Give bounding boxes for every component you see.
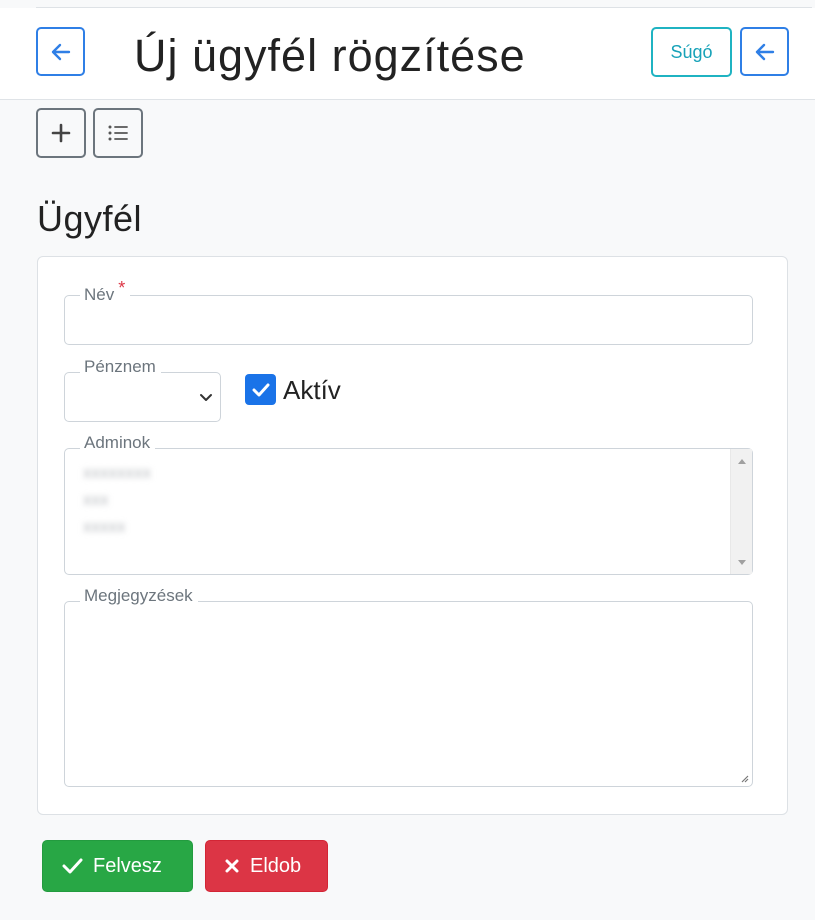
save-button[interactable]: Felvesz: [42, 840, 193, 892]
notes-label: Megjegyzések: [80, 586, 198, 606]
help-button[interactable]: Súgó: [651, 27, 732, 77]
admins-options: xxxxxxxx xxx xxxxx: [65, 449, 731, 574]
scroll-down-arrow-icon[interactable]: [738, 560, 746, 565]
currency-label: Pénznem: [80, 357, 161, 377]
scroll-up-arrow-icon[interactable]: [738, 459, 746, 464]
check-icon: [252, 383, 269, 396]
arrow-left-icon: [755, 43, 774, 60]
admins-scrollbar[interactable]: [730, 449, 752, 574]
page-title: Új ügyfél rögzítése: [134, 30, 526, 81]
name-label: Név *: [80, 278, 131, 305]
close-icon: [225, 859, 239, 873]
discard-button[interactable]: Eldob: [205, 840, 328, 892]
resize-grip-icon[interactable]: [739, 773, 749, 783]
save-button-label: Felvesz: [93, 854, 162, 877]
arrow-left-icon: [51, 43, 70, 60]
admins-select[interactable]: xxxxxxxx xxx xxxxx: [64, 448, 753, 575]
active-label[interactable]: Aktív: [283, 375, 341, 405]
chevron-down-icon: [200, 394, 212, 401]
admin-option[interactable]: xxxxxxxx: [65, 459, 731, 486]
active-checkbox[interactable]: [245, 374, 276, 405]
admins-label: Adminok: [80, 433, 156, 453]
name-input[interactable]: [64, 295, 753, 345]
list-button[interactable]: [93, 108, 143, 158]
list-icon: [108, 125, 128, 141]
notes-textarea[interactable]: [64, 601, 753, 787]
admin-option[interactable]: xxxxx: [65, 513, 731, 540]
section-title: Ügyfél: [37, 198, 143, 239]
admin-option[interactable]: xxx: [65, 486, 731, 513]
currency-select[interactable]: [64, 372, 221, 422]
discard-button-label: Eldob: [250, 854, 302, 877]
add-button[interactable]: [36, 108, 86, 158]
back-button-right[interactable]: [740, 27, 789, 76]
required-mark: *: [118, 278, 126, 298]
plus-icon: [51, 123, 71, 143]
name-label-text: Név: [84, 285, 115, 304]
check-icon: [62, 858, 83, 874]
back-button[interactable]: [36, 27, 85, 76]
